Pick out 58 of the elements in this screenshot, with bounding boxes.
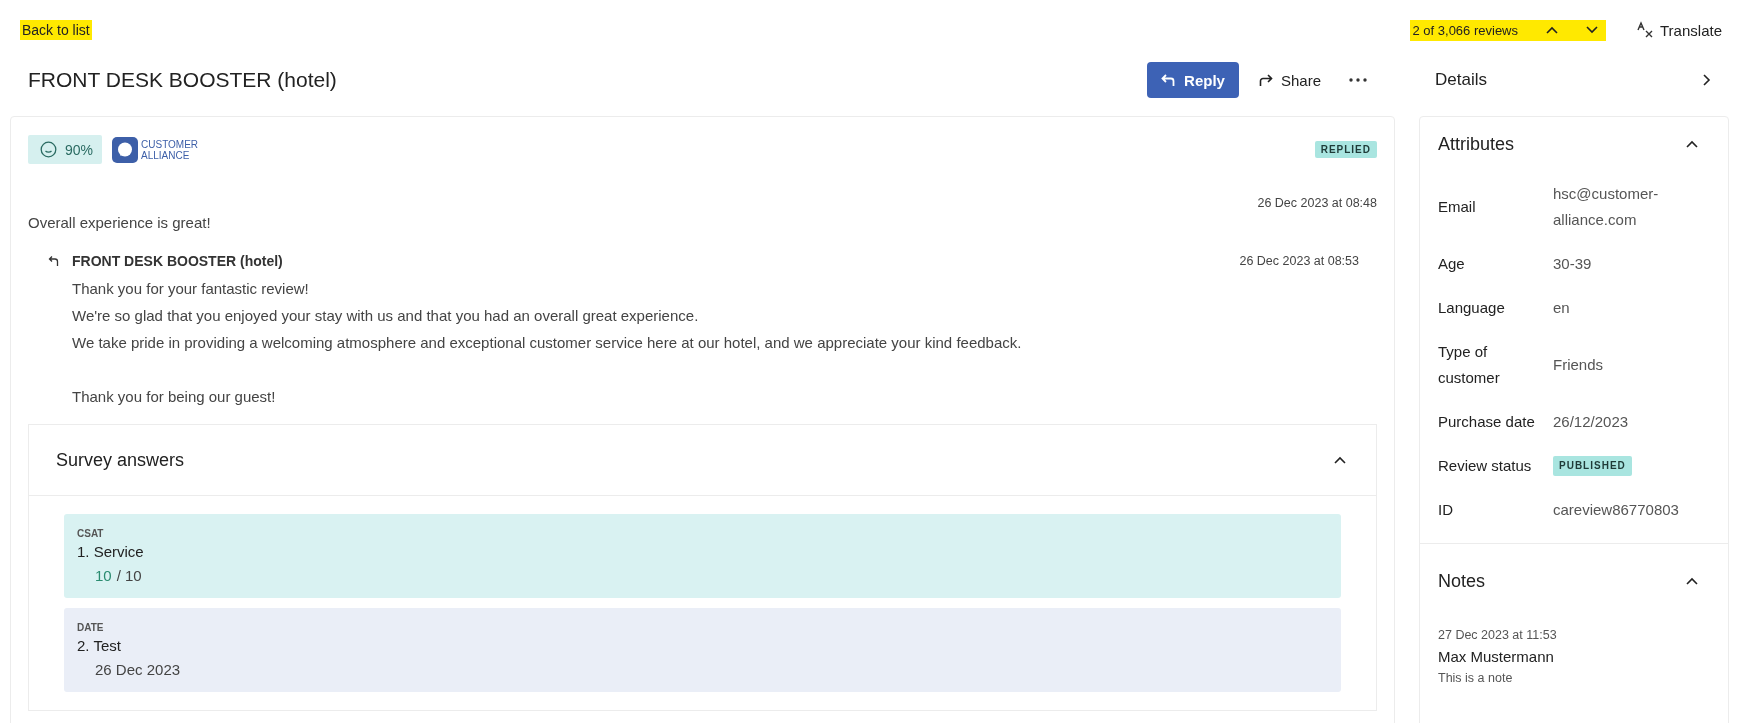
- answer-score: 10: [95, 567, 112, 584]
- chevron-up-icon[interactable]: [1546, 26, 1558, 34]
- chevron-right-icon[interactable]: [1703, 74, 1711, 86]
- attribute-value: 30-39: [1553, 254, 1593, 274]
- chevron-icon[interactable]: [1686, 577, 1698, 585]
- answer-total: / 10: [116, 567, 142, 584]
- attribute-value: hsc@customer-alliance.com: [1553, 184, 1660, 230]
- answer-type: CSAT: [77, 528, 105, 539]
- reply-date: 26 Dec 2023 at 08:53: [1239, 254, 1359, 268]
- attribute-label: Language: [1438, 298, 1506, 318]
- attribute-value: careview86770803: [1553, 500, 1680, 520]
- chevron-icon[interactable]: [1686, 140, 1698, 148]
- share-button[interactable]: Share: [1258, 71, 1321, 89]
- review-title: FRONT DESK BOOSTER (hotel): [28, 68, 337, 92]
- status-badge: PUBLISHED: [1553, 456, 1632, 476]
- answer-question: 1. Service: [77, 543, 145, 560]
- attribute-value: Friends: [1553, 355, 1605, 375]
- reply-text-line: We're so glad that you enjoyed your stay with us and that you had an overall great experience.: [72, 306, 700, 326]
- reply-text-line: We take pride in providing a welcoming atmosphere and exceptional customer service here at our hotel, and we appreciate your kind feedback.: [72, 333, 1023, 353]
- attribute-label: Purchase date: [1438, 412, 1536, 432]
- attribute-value: en: [1553, 298, 1571, 318]
- attributes-title: Attributes: [1438, 133, 1515, 155]
- more-icon[interactable]: [1349, 78, 1367, 82]
- back-link[interactable]: Back to list: [20, 20, 92, 40]
- attribute-label: ID: [1438, 500, 1454, 520]
- details-title: Details: [1435, 70, 1487, 90]
- share-icon: [1258, 73, 1273, 87]
- notes-title: Notes: [1438, 570, 1486, 592]
- chevron-down-icon[interactable]: [1586, 26, 1598, 34]
- reply-text-line: Thank you for being our guest!: [72, 387, 277, 407]
- status-badge: REPLIED: [1314, 141, 1377, 158]
- answer-type: DATE: [77, 622, 105, 633]
- attribute-label: Review status: [1438, 456, 1533, 476]
- attribute-label: Age: [1438, 254, 1466, 274]
- review-date: 26 Dec 2023 at 08:48: [1256, 196, 1377, 210]
- review-counter: 2 of 3,066 reviews: [1412, 22, 1518, 38]
- chevron-icon[interactable]: [1334, 456, 1346, 464]
- translate-icon: [1636, 21, 1654, 39]
- reply-arrow-icon: [48, 255, 60, 267]
- answer-question: 2. Test: [77, 637, 122, 654]
- answer-value: 26 Dec 2023: [95, 661, 181, 678]
- reply-button[interactable]: Reply: [1147, 62, 1239, 98]
- reply-icon: [1161, 73, 1176, 87]
- translate-button[interactable]: Translate: [1636, 21, 1722, 39]
- sentiment-score-badge: 90%: [28, 135, 103, 164]
- logo-text: CUSTOMER ALLIANCE: [141, 138, 199, 161]
- note-text: This is a note: [1438, 671, 1514, 685]
- attribute-label: Type of customer: [1438, 342, 1501, 388]
- reply-author: FRONT DESK BOOSTER (hotel): [72, 253, 283, 269]
- smiley-icon: [40, 141, 57, 158]
- attribute-value: 26/12/2023: [1553, 412, 1630, 432]
- attribute-label: Email: [1438, 197, 1477, 217]
- survey-title: Survey answers: [56, 449, 185, 471]
- reply-text-line: Thank you for your fantastic review!: [72, 279, 310, 299]
- note-author: Max Mustermann: [1438, 648, 1555, 665]
- note-date: 27 Dec 2023 at 11:53: [1438, 628, 1558, 642]
- review-text: Overall experience is great!: [28, 214, 212, 231]
- speech-bubble-logo-icon: [112, 136, 139, 163]
